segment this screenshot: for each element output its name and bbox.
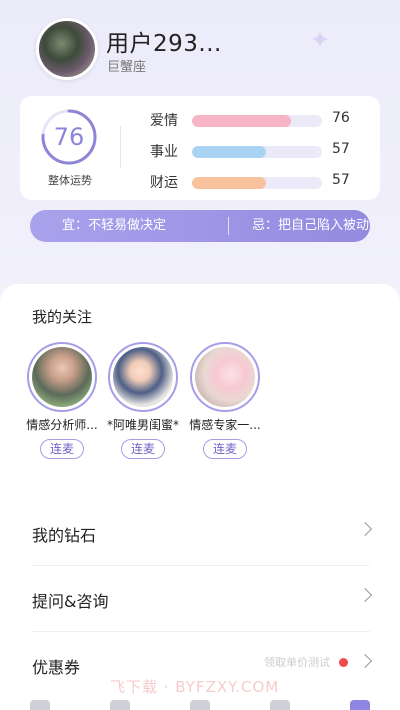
follow-avatar[interactable] [27,342,97,412]
fortune-value: 57 [332,172,350,188]
fortune-bar-track [192,146,322,158]
follow-avatar[interactable] [190,342,260,412]
chevron-right-icon [357,653,373,669]
fortune-card[interactable]: 76 整体运势 爱情 76 事业 57 财运 57 [20,96,380,200]
fortune-row-love: 爱情 76 [150,108,370,139]
card-divider [120,126,121,168]
username: 用户293... [106,31,222,57]
following-item[interactable]: 情感分析师... 连麦 [20,342,104,459]
menu-label: 优惠券 [32,658,81,677]
advice-divider [228,217,229,235]
notification-dot [339,658,348,667]
fortune-value: 76 [332,110,350,126]
fortune-row-wealth: 财运 57 [150,170,370,201]
follow-name: 情感分析师... [26,418,98,432]
following-item[interactable]: *阿唯男闺蜜* 连麦 [101,342,185,459]
advice-avoid: 忌：把自己陷入被动 [252,218,370,233]
bottom-tab-bar [0,694,400,710]
fortune-bar-fill [192,177,267,189]
chevron-right-icon [357,521,373,537]
fortune-label: 爱情 [150,113,178,129]
coupon-note: 领取单价测试 [264,656,330,669]
chevron-right-icon [357,587,373,603]
sparkle-icon: ✦ [310,26,331,54]
follow-avatar[interactable] [108,342,178,412]
overall-score: 76 [53,123,85,151]
connect-mic-button[interactable]: 连麦 [40,439,84,459]
zodiac-sign: 巨蟹座 [107,60,147,75]
menu-label: 提问&咨询 [32,592,109,611]
follow-name: 情感专家一... [189,418,261,432]
fortune-bar-fill [192,115,291,127]
connect-mic-button[interactable]: 连麦 [203,439,247,459]
explore-tab-icon[interactable] [110,700,130,710]
fortune-bar-track [192,115,322,127]
advice-do: 宜：不轻易做决定 [62,218,167,233]
daily-advice-banner[interactable]: 宜：不轻易做决定 忌：把自己陷入被动 [30,210,370,242]
overall-label: 整体运势 [48,174,92,187]
menu-my-diamonds[interactable]: 我的钻石 [32,502,373,566]
fortune-bars: 爱情 76 事业 57 财运 57 [150,108,370,201]
fortune-bar-track [192,177,322,189]
fortune-bar-fill [192,146,267,158]
profile-tab-icon[interactable] [350,700,370,710]
following-title: 我的关注 [32,308,93,326]
fortune-label: 财运 [150,175,178,191]
menu-label: 我的钻石 [32,526,97,545]
profile-header: 用户293... 巨蟹座 ✦ 76 整体运势 爱情 76 事业 57 财运 57… [0,0,400,290]
following-item[interactable]: 情感专家一... 连麦 [183,342,267,459]
message-tab-icon[interactable] [270,700,290,710]
fortune-value: 57 [332,141,350,157]
home-tab-icon[interactable] [30,700,50,710]
follow-name: *阿唯男闺蜜* [106,418,179,432]
connect-mic-button[interactable]: 连麦 [121,439,165,459]
fortune-label: 事业 [150,144,178,160]
fortune-row-career: 事业 57 [150,139,370,170]
add-tab-icon[interactable] [190,700,210,710]
menu-ask-consult[interactable]: 提问&咨询 [32,568,373,632]
content-sheet: 我的关注 情感分析师... 连麦 *阿唯男闺蜜* 连麦 情感专家一... 连麦 … [0,284,400,710]
user-avatar[interactable] [36,18,98,80]
